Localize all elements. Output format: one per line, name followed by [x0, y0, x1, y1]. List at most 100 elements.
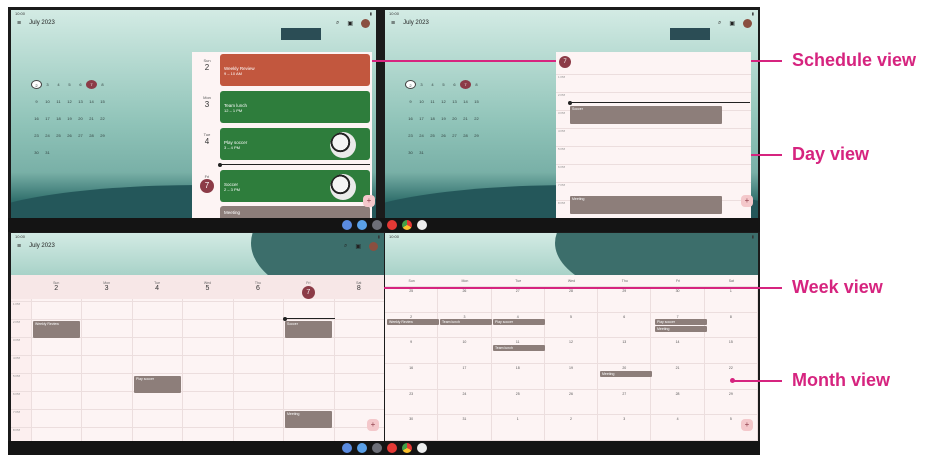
mini-calendar-day[interactable]: 9 — [405, 97, 416, 106]
search-icon[interactable]: ⌕ — [718, 20, 721, 27]
mini-calendar-day[interactable]: 28 — [460, 131, 471, 140]
mini-calendar-day[interactable]: 19 — [64, 114, 75, 123]
mini-calendar-day[interactable]: 31 — [416, 148, 427, 157]
contacts-app-icon[interactable] — [356, 443, 367, 453]
event-team-lunch[interactable]: Team lunch — [440, 319, 492, 325]
today-icon[interactable]: ▣ — [729, 20, 735, 27]
mini-calendar-day[interactable]: 19 — [438, 114, 449, 123]
week-day-mon[interactable]: Mon 3 — [81, 275, 131, 299]
month-day-cell[interactable]: 28 — [544, 287, 599, 313]
event-meeting[interactable]: Meeting — [655, 326, 707, 332]
month-day-cell[interactable]: 1 — [491, 415, 545, 441]
youtube-app-icon[interactable] — [386, 220, 397, 230]
mini-calendar-day[interactable]: 29 — [471, 131, 482, 140]
mini-calendar-day[interactable]: 27 — [449, 131, 460, 140]
mini-calendar-day[interactable]: 11 — [427, 97, 438, 106]
month-day-cell[interactable]: 29 — [704, 389, 758, 416]
app-drawer-icon[interactable] — [416, 220, 427, 230]
month-day-cell[interactable]: 3 — [598, 415, 652, 441]
month-day-cell[interactable]: 4 — [651, 415, 705, 441]
mini-calendar-day[interactable]: 23 — [405, 131, 416, 140]
mini-calendar-day[interactable]: 14 — [86, 97, 97, 106]
event-card-weekly-review[interactable]: Weekly Review 9 – 10 AM — [220, 54, 370, 86]
month-day-cell[interactable]: 14 — [651, 338, 705, 364]
mini-calendar-day[interactable]: 31 — [42, 148, 53, 157]
mini-calendar-day[interactable]: 7 — [86, 80, 97, 89]
week-day-sun[interactable]: Sun 2 — [31, 275, 81, 299]
mini-calendar-day[interactable]: 23 — [31, 131, 42, 140]
menu-icon[interactable]: ≡ — [17, 20, 21, 27]
month-day-cell[interactable]: 22 — [704, 363, 758, 390]
mini-calendar-day[interactable]: 26 — [438, 131, 449, 140]
month-day-cell[interactable]: 3 — [438, 312, 492, 339]
event-play-soccer[interactable]: Play soccer — [655, 319, 707, 325]
mini-calendar-day[interactable]: 14 — [460, 97, 471, 106]
week-day-wed[interactable]: Wed 5 — [182, 275, 232, 299]
mini-calendar-day[interactable]: 22 — [471, 114, 482, 123]
mini-calendar-day[interactable]: 8 — [471, 80, 482, 89]
month-day-cell[interactable]: 28 — [651, 389, 705, 416]
month-day-cell[interactable]: 21 — [651, 363, 705, 390]
search-icon[interactable]: ⌕ — [344, 243, 347, 250]
week-day-tue[interactable]: Tue 4 — [132, 275, 182, 299]
month-day-cell[interactable]: 6 — [598, 312, 652, 339]
mini-calendar-day[interactable]: 13 — [449, 97, 460, 106]
month-day-cell[interactable]: 2 — [385, 312, 439, 339]
mini-calendar-day[interactable]: 18 — [53, 114, 64, 123]
event-card-meeting[interactable]: Meeting — [220, 206, 370, 218]
menu-icon[interactable]: ≡ — [391, 20, 395, 27]
event-soccer[interactable]: Soccer — [570, 106, 722, 124]
messages-app-icon[interactable] — [341, 443, 352, 453]
mini-calendar-day[interactable]: 21 — [86, 114, 97, 123]
mini-calendar-day[interactable]: 21 — [460, 114, 471, 123]
mini-calendar-day[interactable]: 5 — [438, 80, 449, 89]
mini-calendar-day[interactable]: 20 — [449, 114, 460, 123]
app-drawer-icon[interactable] — [416, 443, 427, 453]
month-day-cell[interactable]: 5 — [544, 312, 599, 339]
mini-calendar-day[interactable]: 17 — [416, 114, 427, 123]
month-day-cell[interactable]: 10 — [438, 338, 492, 364]
event-card-soccer[interactable]: Soccer 2 – 3 PM — [220, 170, 370, 202]
month-title[interactable]: July 2023 — [29, 243, 344, 249]
mini-calendar-day[interactable]: 10 — [42, 97, 53, 106]
mini-calendar-day[interactable]: 24 — [42, 131, 53, 140]
mini-calendar-day[interactable]: 13 — [75, 97, 86, 106]
month-day-cell[interactable]: 25 — [385, 287, 439, 313]
event-card-team-lunch[interactable]: Team lunch 12 – 1 PM — [220, 91, 370, 123]
today-icon[interactable]: ▣ — [355, 243, 361, 250]
youtube-app-icon[interactable] — [386, 443, 397, 453]
month-day-cell[interactable]: 26 — [544, 389, 599, 416]
mini-calendar-day[interactable]: 8 — [97, 80, 108, 89]
month-day-cell[interactable]: 9 — [385, 338, 439, 364]
month-day-cell[interactable]: 27 — [491, 287, 545, 313]
month-day-cell[interactable]: 19 — [544, 363, 599, 390]
month-day-cell[interactable]: 16 — [385, 363, 439, 390]
mini-calendar-day[interactable]: 3 — [42, 80, 53, 89]
week-day-fri[interactable]: Fri 7 — [283, 275, 333, 299]
mini-calendar-day[interactable]: 2 — [405, 80, 416, 89]
menu-icon[interactable]: ≡ — [17, 243, 21, 250]
mini-calendar-day[interactable]: 7 — [460, 80, 471, 89]
month-day-cell[interactable]: 8 — [704, 312, 758, 339]
mini-calendar-day[interactable]: 20 — [75, 114, 86, 123]
messages-app-icon[interactable] — [341, 220, 352, 230]
mini-calendar-day[interactable]: 6 — [449, 80, 460, 89]
event-meeting[interactable]: Meeting — [570, 196, 722, 214]
event-card-play-soccer[interactable]: Play soccer 3 – 4 PM — [220, 128, 370, 160]
mini-calendar-day[interactable]: 22 — [97, 114, 108, 123]
mini-calendar-day[interactable]: 5 — [64, 80, 75, 89]
event-weekly-review[interactable]: Weekly Review — [33, 321, 80, 338]
mini-calendar-day[interactable]: 9 — [31, 97, 42, 106]
mini-calendar-day[interactable]: 4 — [427, 80, 438, 89]
mini-calendar-day[interactable]: 3 — [416, 80, 427, 89]
mini-calendar-day[interactable]: 26 — [64, 131, 75, 140]
mini-calendar-day[interactable]: 25 — [53, 131, 64, 140]
camera-app-icon[interactable] — [371, 443, 382, 453]
mini-calendar-day[interactable]: 30 — [405, 148, 416, 157]
month-day-cell[interactable]: 12 — [544, 338, 599, 364]
mini-calendar-day[interactable]: 29 — [97, 131, 108, 140]
mini-calendar-day[interactable]: 28 — [86, 131, 97, 140]
mini-calendar-day[interactable]: 27 — [75, 131, 86, 140]
month-title[interactable]: July 2023 — [403, 20, 718, 26]
chrome-app-icon[interactable] — [401, 220, 412, 230]
